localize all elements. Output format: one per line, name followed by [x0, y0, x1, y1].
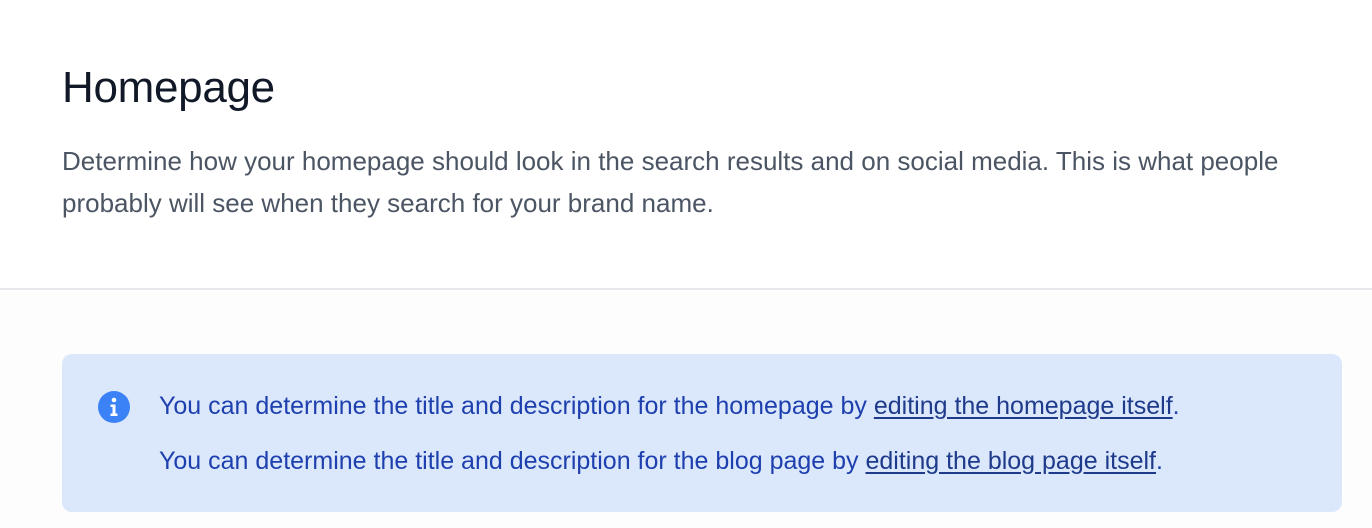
info-icon	[98, 391, 130, 423]
page-description: Determine how your homepage should look …	[62, 146, 1279, 218]
edit-blog-page-link[interactable]: editing the blog page itself	[866, 447, 1157, 475]
info-line-homepage-text: You can determine the title and descript…	[159, 392, 874, 420]
info-line-homepage-suffix: .	[1172, 392, 1180, 420]
info-line-homepage: You can determine the title and descript…	[159, 390, 1180, 422]
info-line-blog: You can determine the title and descript…	[159, 445, 1163, 477]
info-callout	[62, 354, 1342, 512]
page-title: Homepage	[62, 63, 275, 112]
info-line-blog-text: You can determine the title and descript…	[159, 447, 866, 475]
edit-homepage-link[interactable]: editing the homepage itself	[874, 392, 1173, 420]
info-line-blog-suffix: .	[1156, 447, 1163, 475]
page-header: Homepage Determine how your homepage sho…	[0, 0, 1372, 288]
